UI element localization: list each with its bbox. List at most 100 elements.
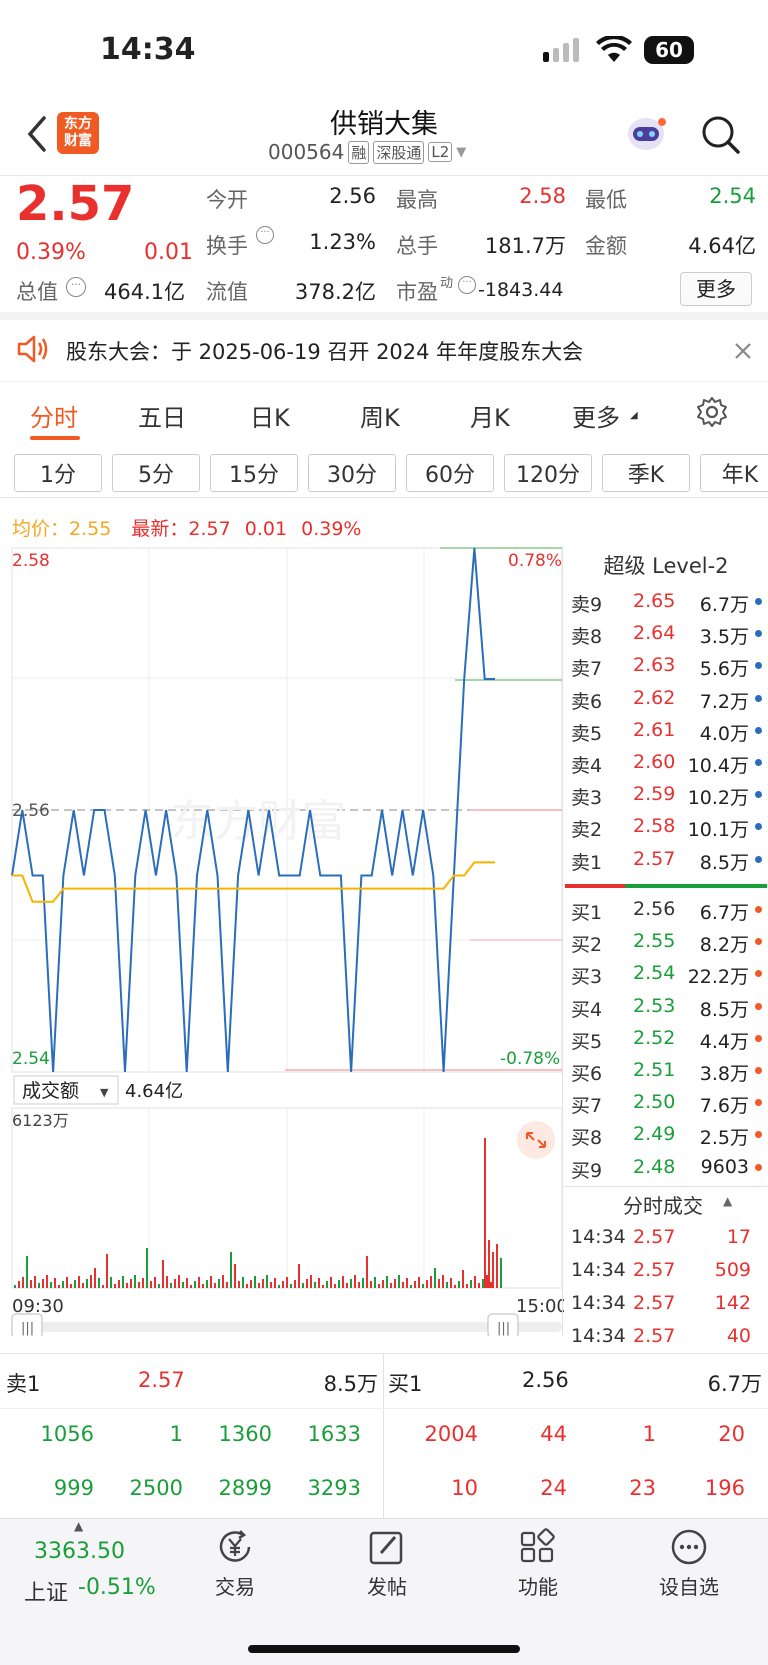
level-dot-icon	[755, 662, 762, 670]
subtab-season-k[interactable]: 季K	[602, 454, 690, 492]
ask-row[interactable]: 卖9 2.65 6.7万	[563, 586, 767, 618]
settings-gear-icon[interactable]	[696, 396, 728, 432]
volume-bar	[266, 1275, 268, 1288]
bid-row[interactable]: 买5 2.52 4.4万	[563, 1023, 767, 1055]
volume-bar	[298, 1264, 300, 1288]
caret-up-icon[interactable]: ▲	[74, 1519, 83, 1533]
volume-bar	[426, 1280, 428, 1288]
volume-bar	[138, 1282, 140, 1288]
latest-value: 2.57	[188, 518, 231, 540]
level-price: 2.57	[633, 847, 676, 870]
volume-bar	[154, 1277, 156, 1288]
tab-month-k[interactable]: 月K	[470, 398, 510, 433]
robot-assistant-icon[interactable]	[624, 114, 668, 154]
volume-bar	[488, 1240, 490, 1288]
info-icon[interactable]: ···	[256, 226, 274, 244]
subtab-1min[interactable]: 1分	[14, 454, 102, 492]
tab-day-k[interactable]: 日K	[250, 398, 290, 433]
bid-row[interactable]: 买7 2.50 7.6万	[563, 1087, 767, 1119]
tab-indicator	[30, 436, 80, 440]
volume-bar	[194, 1281, 196, 1288]
bid-row[interactable]: 买4 2.53 8.5万	[563, 991, 767, 1023]
high-label: 最高	[396, 188, 438, 212]
amount-label: 金额	[585, 234, 627, 258]
notice-bar[interactable]: 股东大会：于 2025-06-19 召开 2024 年年度股东大会	[0, 320, 768, 382]
close-icon[interactable]	[734, 342, 752, 364]
nav-trade[interactable]: 交易	[180, 1527, 290, 1600]
bid-row[interactable]: 买3 2.54 22.2万	[563, 958, 767, 990]
bid-row[interactable]: 买1 2.56 6.7万	[563, 894, 767, 926]
subtab-60min[interactable]: 60分	[406, 454, 494, 492]
ask-row[interactable]: 卖2 2.58 10.1万	[563, 811, 767, 843]
level-label: 卖1	[571, 851, 603, 874]
info-icon[interactable]: ···	[458, 276, 476, 294]
search-icon[interactable]	[700, 114, 742, 160]
level-price: 2.65	[633, 590, 676, 612]
ask-row[interactable]: 卖6 2.62 7.2万	[563, 683, 767, 715]
ask-row[interactable]: 卖1 2.57 8.5万	[563, 844, 767, 876]
level-volume: 3.8万	[699, 1063, 749, 1085]
divider	[383, 1354, 384, 1519]
intraday-chart[interactable]: 东方财富 2.58 2.56 2.54 0.78% -0.78% 成交额 ▼ 4…	[0, 546, 564, 1336]
index-value[interactable]: 3363.50	[34, 1539, 125, 1564]
level-price: 2.49	[633, 1123, 676, 1146]
ask-row[interactable]: 卖7 2.63 5.6万	[563, 650, 767, 682]
ask-row[interactable]: 卖5 2.61 4.0万	[563, 715, 767, 747]
volume-bar	[398, 1275, 400, 1288]
tab-week-k[interactable]: 周K	[360, 398, 400, 433]
more-dots-icon	[634, 1527, 744, 1571]
queue-buy-price: 2.56	[522, 1368, 569, 1392]
info-icon[interactable]: ···	[66, 277, 86, 297]
nav-post[interactable]: 发帖	[332, 1527, 442, 1600]
expand-button[interactable]	[517, 1121, 555, 1159]
level-label: 买2	[571, 934, 603, 957]
more-button[interactable]: 更多	[680, 272, 752, 306]
bid-row[interactable]: 买2 2.55 8.2万	[563, 926, 767, 958]
level-label: 买3	[571, 966, 603, 989]
level-volume: 8.5万	[699, 998, 749, 1021]
tab-more[interactable]: 更多	[572, 398, 620, 433]
bid-row[interactable]: 买6 2.51 3.8万	[563, 1055, 767, 1087]
volume-bar	[350, 1279, 352, 1288]
volume-bar	[274, 1278, 276, 1288]
level-volume: 4.4万	[699, 1030, 749, 1053]
level-price: 2.53	[633, 994, 676, 1017]
level-label: 卖6	[571, 690, 603, 713]
volume-bar	[306, 1279, 308, 1288]
tab-intraday[interactable]: 分时	[30, 398, 78, 433]
minute-tabs: 1分 5分 15分 30分 60分 120分 季K 年K	[0, 446, 768, 498]
volume-bars	[14, 1138, 502, 1288]
avg-label: 均价：	[12, 518, 70, 540]
volume-bar	[206, 1280, 208, 1288]
queue-order: 1	[169, 1422, 183, 1446]
subtab-15min[interactable]: 15分	[210, 454, 298, 492]
queue-order: 10	[451, 1476, 478, 1500]
queue-order: 1633	[307, 1422, 361, 1446]
caret-down-icon[interactable]: ▼	[456, 145, 466, 160]
subtab-year-k[interactable]: 年K	[700, 454, 768, 492]
nav-add-watchlist[interactable]: 设自选	[634, 1527, 744, 1600]
volume-bar	[202, 1284, 204, 1288]
range-track[interactable]	[12, 1322, 562, 1332]
caret-up-icon[interactable]: ▲	[723, 1194, 732, 1208]
bid-row[interactable]: 买8 2.49 2.5万	[563, 1119, 767, 1151]
subtab-5min[interactable]: 5分	[112, 454, 200, 492]
level-price: 2.52	[633, 1026, 676, 1049]
ask-row[interactable]: 卖4 2.60 10.4万	[563, 747, 767, 779]
tab-five-day[interactable]: 五日	[138, 398, 186, 433]
volume-bar	[106, 1254, 108, 1288]
change-amount: 0.01	[144, 240, 193, 265]
grip-icon: |||	[497, 1321, 510, 1336]
wifi-icon	[596, 34, 632, 68]
volume-bar	[178, 1275, 180, 1288]
volume-max-label: 6123万	[12, 1111, 69, 1130]
nav-functions[interactable]: 功能	[483, 1527, 593, 1600]
ask-row[interactable]: 卖3 2.59 10.2万	[563, 779, 767, 811]
subtab-30min[interactable]: 30分	[308, 454, 396, 492]
subtab-120min[interactable]: 120分	[504, 454, 592, 492]
watermark: 东方财富	[170, 797, 346, 846]
volume-bar	[70, 1284, 72, 1288]
ask-row[interactable]: 卖8 2.64 3.5万	[563, 618, 767, 650]
bid-row[interactable]: 买9 2.48 9603	[563, 1152, 767, 1184]
volume-bar	[78, 1276, 80, 1288]
